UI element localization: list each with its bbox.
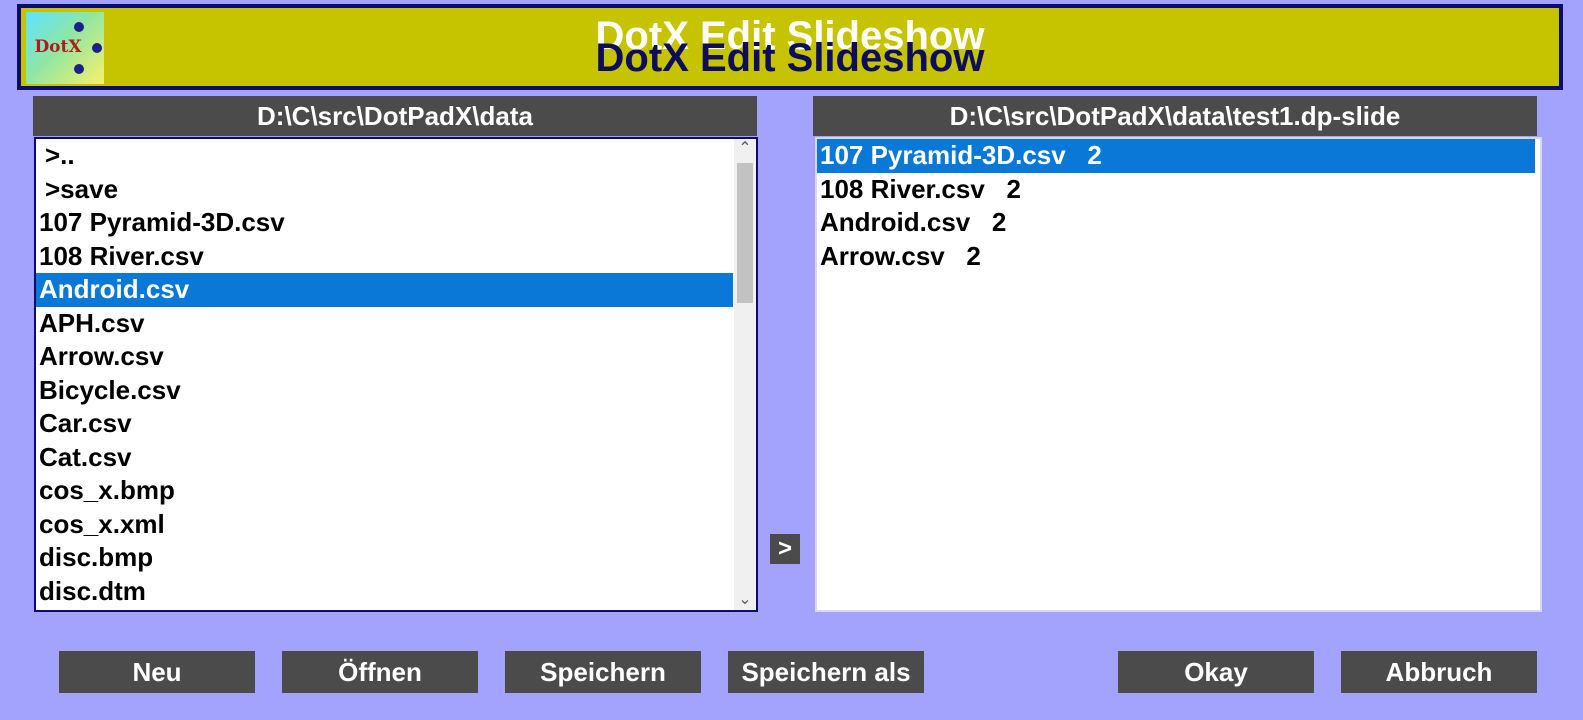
- slideshow-file-path: D:\C\src\DotPadX\data\test1.dp-slide: [813, 96, 1537, 136]
- scroll-up-arrow-icon[interactable]: ⌃: [734, 139, 756, 159]
- cancel-button[interactable]: Abbruch: [1341, 651, 1537, 693]
- save-as-button[interactable]: Speichern als: [728, 651, 924, 693]
- file-list-item[interactable]: APH.csv: [36, 307, 733, 341]
- title-bar: DotX DotX Edit Slideshow DotX Edit Slide…: [17, 4, 1563, 90]
- file-list-item[interactable]: cos_x.xml: [36, 508, 733, 542]
- window-title: DotX Edit Slideshow: [595, 36, 985, 80]
- file-list-item[interactable]: >..: [36, 139, 733, 173]
- open-button[interactable]: Öffnen: [282, 651, 478, 693]
- source-file-list[interactable]: >.. >save 107 Pyramid-3D.csv 108 River.csv A…: [34, 137, 758, 612]
- slideshow-list-item[interactable]: Arrow.csv 2: [817, 240, 1535, 274]
- file-list-item[interactable]: 107 Pyramid-3D.csv: [36, 206, 733, 240]
- save-button[interactable]: Speichern: [505, 651, 701, 693]
- add-to-slideshow-button[interactable]: >: [770, 534, 800, 564]
- file-list-item[interactable]: Arrow.csv: [36, 340, 733, 374]
- file-list-item[interactable]: disc.bmp: [36, 541, 733, 575]
- okay-button[interactable]: Okay: [1118, 651, 1314, 693]
- slideshow-list-item[interactable]: Android.csv 2: [817, 206, 1535, 240]
- source-folder-path: D:\C\src\DotPadX\data: [33, 96, 757, 136]
- slideshow-list-item[interactable]: 107 Pyramid-3D.csv 2: [817, 139, 1535, 173]
- slideshow-item-list[interactable]: 107 Pyramid-3D.csv 2 108 River.csv 2 Andro…: [815, 137, 1542, 612]
- file-list-item[interactable]: 108 River.csv: [36, 240, 733, 274]
- source-list-scrollbar[interactable]: ⌃ ⌄: [734, 139, 756, 610]
- file-list-item[interactable]: Bicycle.csv: [36, 374, 733, 408]
- scroll-thumb[interactable]: [737, 163, 753, 303]
- file-list-item[interactable]: cos_x.bmp: [36, 474, 733, 508]
- slideshow-list-item[interactable]: 108 River.csv 2: [817, 173, 1535, 207]
- file-list-item[interactable]: Car.csv: [36, 407, 733, 441]
- scroll-down-arrow-icon[interactable]: ⌄: [734, 590, 756, 610]
- file-list-item[interactable]: Cat.csv: [36, 441, 733, 475]
- file-list-item[interactable]: Android.csv: [36, 273, 733, 307]
- new-button[interactable]: Neu: [59, 651, 255, 693]
- file-list-item[interactable]: disc.dtm: [36, 575, 733, 609]
- file-list-item[interactable]: >save: [36, 173, 733, 207]
